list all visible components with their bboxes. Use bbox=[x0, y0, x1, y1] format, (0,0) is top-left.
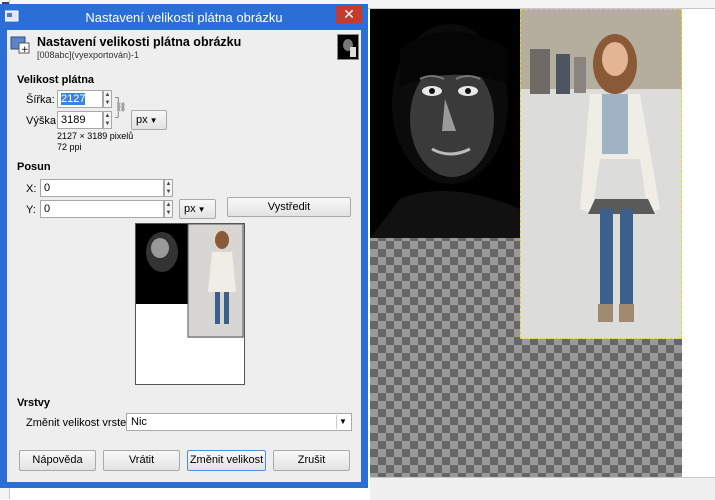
chain-link-icon[interactable]: ┐ ⛓ ┘ bbox=[115, 92, 126, 122]
height-label: Výška: bbox=[26, 115, 60, 127]
close-button[interactable]: ✕ bbox=[336, 5, 362, 23]
layers-section-label: Vrstvy bbox=[17, 397, 51, 409]
width-spinner[interactable]: ▲ ▼ bbox=[103, 90, 112, 108]
canvas-size-section-label: Velikost plátna bbox=[17, 74, 95, 86]
width-label: Šířka: bbox=[26, 94, 55, 106]
reset-button[interactable]: Vrátit bbox=[103, 450, 180, 471]
offset-x-label: X: bbox=[26, 183, 37, 195]
cancel-button[interactable]: Zrušit bbox=[273, 450, 350, 471]
image-name: [008abc](vyexportován)-1 bbox=[37, 50, 140, 60]
width-input[interactable]: 2127 bbox=[57, 90, 103, 108]
height-spinner[interactable]: ▲ ▼ bbox=[103, 111, 112, 129]
offset-x-spinner[interactable]: ▲ ▼ bbox=[164, 179, 173, 197]
resize-button[interactable]: Změnit velikost bbox=[187, 450, 266, 471]
resize-layers-label: Změnit velikost vrstev: bbox=[26, 417, 135, 429]
canvas-size-dialog: Nastavení velikosti plátna obrázku ✕ + N… bbox=[0, 4, 368, 488]
svg-text:+: + bbox=[21, 45, 29, 54]
size-unit-select[interactable]: px ▼ bbox=[131, 110, 167, 130]
resize-layers-select[interactable]: Nic ▼ bbox=[126, 413, 352, 431]
pixel-dimensions: 2127 × 3189 pixelů bbox=[57, 131, 134, 141]
offset-y-input[interactable]: 0 bbox=[40, 200, 164, 218]
chevron-down-icon: ▼ bbox=[149, 116, 158, 125]
close-icon: ✕ bbox=[343, 6, 355, 22]
height-input[interactable]: 3189 bbox=[57, 111, 103, 129]
offset-x-input[interactable]: 0 bbox=[40, 179, 164, 197]
center-button[interactable]: Vystředit bbox=[227, 197, 351, 217]
dialog-header-title: Nastavení velikosti plátna obrázku bbox=[37, 35, 242, 49]
status-bar bbox=[370, 477, 715, 500]
offset-preview[interactable] bbox=[135, 223, 245, 385]
offset-y-spinner[interactable]: ▲ ▼ bbox=[164, 200, 173, 218]
dialog-body: + Nastavení velikosti plátna obrázku [00… bbox=[7, 30, 361, 482]
chevron-down-icon: ▼ bbox=[197, 205, 206, 214]
chevron-down-icon: ▼ bbox=[336, 415, 349, 429]
layer-photo-man bbox=[370, 9, 520, 238]
layer-photo-woman bbox=[520, 9, 682, 339]
window-title: Nastavení velikosti plátna obrázku bbox=[85, 10, 283, 25]
offset-y-label: Y: bbox=[26, 204, 36, 216]
offset-unit-select[interactable]: px ▼ bbox=[179, 199, 216, 219]
resolution-info: 72 ppi bbox=[57, 142, 82, 152]
title-bar[interactable]: Nastavení velikosti plátna obrázku ✕ bbox=[0, 4, 368, 30]
image-thumbnail bbox=[337, 34, 359, 60]
canvas-resize-icon: + bbox=[10, 34, 30, 57]
help-button[interactable]: Nápověda bbox=[19, 450, 96, 471]
offset-section-label: Posun bbox=[17, 161, 51, 173]
